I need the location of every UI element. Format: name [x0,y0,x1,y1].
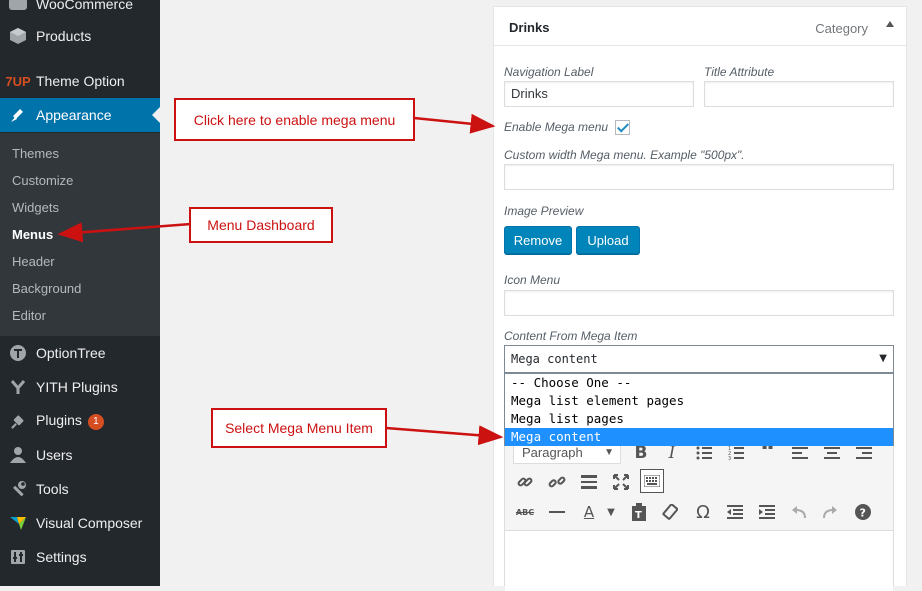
callout-select-mega-item: Select Mega Menu Item [211,408,387,448]
annotation-arrows [57,113,504,446]
arrow-to-mega-checkbox [413,113,496,134]
callout-enable-mega-menu: Click here to enable mega menu [174,98,415,141]
arrow-to-mega-content [385,425,504,446]
arrow-to-menus [57,222,192,243]
callout-menu-dashboard: Menu Dashboard [189,207,333,243]
